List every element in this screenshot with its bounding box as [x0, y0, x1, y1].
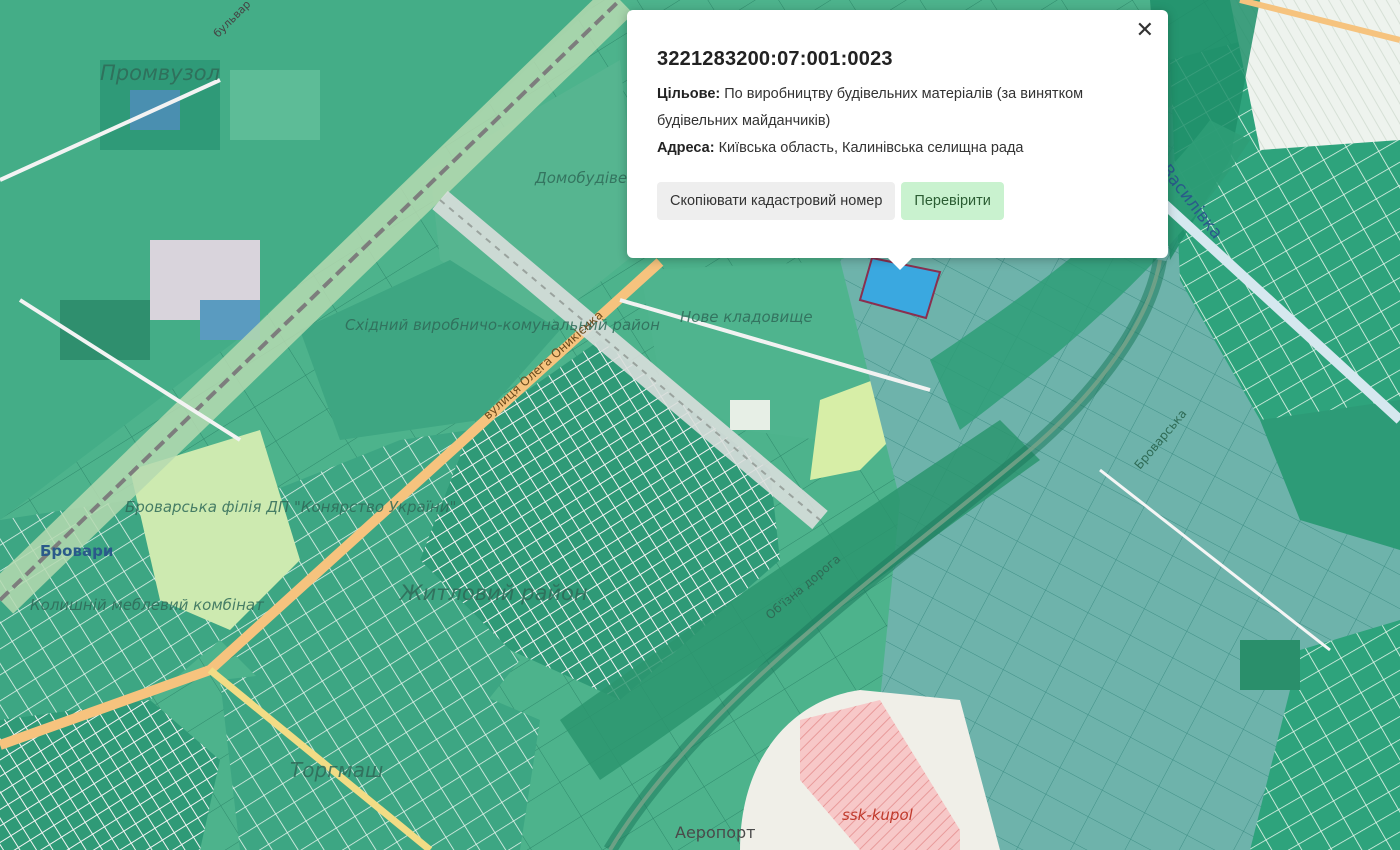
address-label: Адреса: [657, 140, 715, 156]
parcel-info-popup: ✕ 3221283200:07:001:0023 Цільове: По вир… [627, 10, 1168, 270]
parcel[interactable] [730, 400, 770, 430]
address-value: Київська область, Калинівська селищна ра… [718, 140, 1024, 156]
purpose-row: Цільове: По виробництву будівельних мате… [657, 81, 1138, 135]
popup-pointer [887, 257, 913, 270]
parcel[interactable] [1240, 640, 1300, 690]
label-torgmash: Торгмаш [290, 758, 383, 782]
close-icon[interactable]: ✕ [1136, 18, 1154, 42]
label-aeroport: Аеропорт [675, 823, 755, 842]
label-brovary: Бровари [40, 542, 113, 560]
label-kolyshnii: Колишній меблевий комбінат [30, 596, 265, 614]
label-skhidnyi: Східний виробничо-комунальний район [345, 316, 660, 334]
label-brovarska-filiia: Броварська філія ДП "Конярство України" [125, 498, 456, 516]
popup-actions: Скопіювати кадастровий номер Перевірити [657, 182, 1138, 220]
parcel[interactable] [60, 300, 150, 360]
label-nove-kladovyshche: Нове кладовище [680, 308, 813, 326]
check-button[interactable]: Перевірити [901, 182, 1004, 220]
cadastral-number: 3221283200:07:001:0023 [657, 48, 893, 70]
label-ssk-kupol: ssk-kupol [842, 806, 914, 824]
purpose-label: Цільове: [657, 86, 721, 102]
copy-cadastral-number-button[interactable]: Скопіювати кадастровий номер [657, 182, 896, 220]
label-promvuzol: Промвузол [100, 61, 220, 85]
address-row: Адреса: Київська область, Калинівська се… [657, 135, 1138, 162]
parcel[interactable] [230, 70, 320, 140]
purpose-value: По виробництву будівельних матеріалів (з… [657, 86, 1084, 129]
label-zhytlovyi: Житловий район [398, 581, 588, 605]
